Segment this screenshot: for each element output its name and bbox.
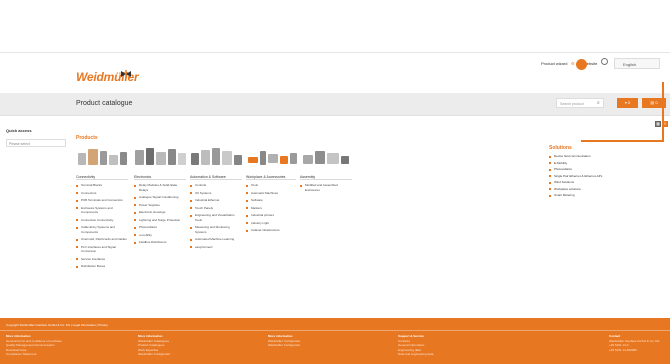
list-item[interactable]: Analogue Signal Conditioning — [134, 195, 186, 200]
workplace-list: Tools Automatic Machines Software Marker… — [246, 183, 296, 236]
list-item[interactable]: Fieldbus Distributors — [134, 240, 186, 245]
product-wizard-link[interactable]: Product wizard — [541, 61, 567, 66]
list-item[interactable]: Measuring and Monitoring Systems — [190, 225, 242, 234]
footer-link[interactable]: +49 5231 14-292083 — [609, 348, 667, 353]
electronics-image[interactable] — [134, 147, 187, 169]
assembly-image[interactable] — [300, 147, 353, 169]
footer-divider — [0, 330, 670, 331]
list-item[interactable]: easyConnect — [190, 245, 242, 250]
category-divider — [300, 179, 352, 180]
list-item[interactable]: Tools — [246, 183, 296, 188]
category-divider — [246, 179, 296, 180]
connectivity-image[interactable] — [76, 147, 129, 169]
list-item[interactable]: Terminal Blocks — [76, 183, 128, 188]
list-item[interactable]: Cable Entry Systems and Components — [76, 225, 128, 234]
list-item[interactable]: PCB Terminals and Connectors — [76, 198, 128, 203]
category-divider — [190, 179, 242, 180]
connectivity-list: Terminal Blocks Connectors PCB Terminals… — [76, 183, 128, 272]
products-title: Products — [76, 135, 98, 141]
list-item[interactable]: Lightning and Surge Protection — [134, 218, 186, 223]
footer-link[interactable]: Weidmüller Configurator — [268, 343, 368, 348]
globe-icon[interactable] — [601, 58, 608, 65]
list-item[interactable]: Industry Light — [246, 221, 296, 226]
divider — [0, 115, 670, 116]
footer-column: More information Weidmüller Configurator… — [268, 334, 368, 348]
list-item[interactable]: PLC Interfaces and Signal Conversion — [76, 245, 128, 254]
list-item[interactable]: Modified and Assembled Enclosures — [300, 183, 352, 192]
page-title: Product catalogue — [76, 100, 133, 107]
category-divider — [134, 179, 186, 180]
automation-image[interactable] — [190, 147, 243, 169]
footer-column: More information Weidmüller Catalogues P… — [138, 334, 238, 357]
list-item[interactable]: Enclosure Systems and Components — [76, 206, 128, 215]
footer-legal-links[interactable]: Copyright Weidmüller Interface GmbH & Co… — [6, 323, 108, 327]
solutions-title: Solutions — [549, 145, 572, 151]
footer-column: More information General terms and condi… — [6, 334, 106, 357]
footer-column: Contact Weidmüller Interface GmbH & Co. … — [609, 334, 667, 352]
list-item[interactable]: Connection Connectivity — [76, 218, 128, 223]
browser-top-area — [0, 0, 670, 53]
list-item[interactable]: Electronic Housings — [134, 210, 186, 215]
list-item[interactable]: I/O Systems — [190, 191, 242, 196]
quick-access-label: Quick access — [6, 128, 32, 133]
list-item[interactable]: Software — [246, 198, 296, 203]
footer-link[interactable]: Data and engineering data — [398, 352, 498, 357]
list-item[interactable]: u-mobility — [134, 233, 186, 238]
list-item[interactable]: Automated Machine Learning — [190, 237, 242, 242]
solution-item[interactable]: Smart Metering — [549, 192, 619, 199]
wizard-icon[interactable]: ⚙ — [571, 61, 575, 66]
highlight-bracket — [581, 82, 664, 142]
list-item[interactable]: Power Supplies — [134, 203, 186, 208]
list-item[interactable]: Industrial Ethernet — [190, 198, 242, 203]
list-item[interactable]: Relay Modules & Solid-State Relays — [134, 183, 186, 192]
list-item[interactable]: Connectors — [76, 191, 128, 196]
list-item[interactable]: Engineering and Visualization Tools — [190, 213, 242, 222]
solutions-list: Device field communication E-Mobility Ph… — [549, 153, 619, 199]
quick-access-select[interactable]: Please select — [6, 139, 66, 147]
logo-mark-icon — [121, 70, 131, 78]
footer-link[interactable]: Compliance Statement — [6, 352, 106, 357]
list-item[interactable]: Distribution Boxes — [76, 264, 128, 269]
workplace-image[interactable] — [246, 147, 299, 169]
list-item[interactable]: Service Interfaces — [76, 257, 128, 262]
automation-list: Controls I/O Systems Industrial Ethernet… — [190, 183, 242, 252]
electronics-list: Relay Modules & Solid-State Relays Analo… — [134, 183, 186, 248]
list-item[interactable]: Overmold, Patchcords and Cables — [76, 237, 128, 242]
category-divider — [76, 179, 128, 180]
language-select[interactable]: English — [614, 58, 660, 69]
list-item[interactable]: Controls — [190, 183, 242, 188]
highlight-marker — [576, 59, 587, 70]
list-item[interactable]: Touch Panels — [190, 206, 242, 211]
assembly-list: Modified and Assembled Enclosures — [300, 183, 352, 195]
list-item[interactable]: Photovoltaics — [134, 225, 186, 230]
list-item[interactable]: Automatic Machines — [246, 191, 296, 196]
list-item[interactable]: Markers — [246, 206, 296, 211]
list-item[interactable]: Industrial printers — [246, 213, 296, 218]
footer-link[interactable]: Weidmüller Configurator — [138, 352, 238, 357]
list-item[interactable]: Cabinet infrastructure — [246, 228, 296, 233]
footer-column: Support & Service Contacts General infor… — [398, 334, 498, 357]
